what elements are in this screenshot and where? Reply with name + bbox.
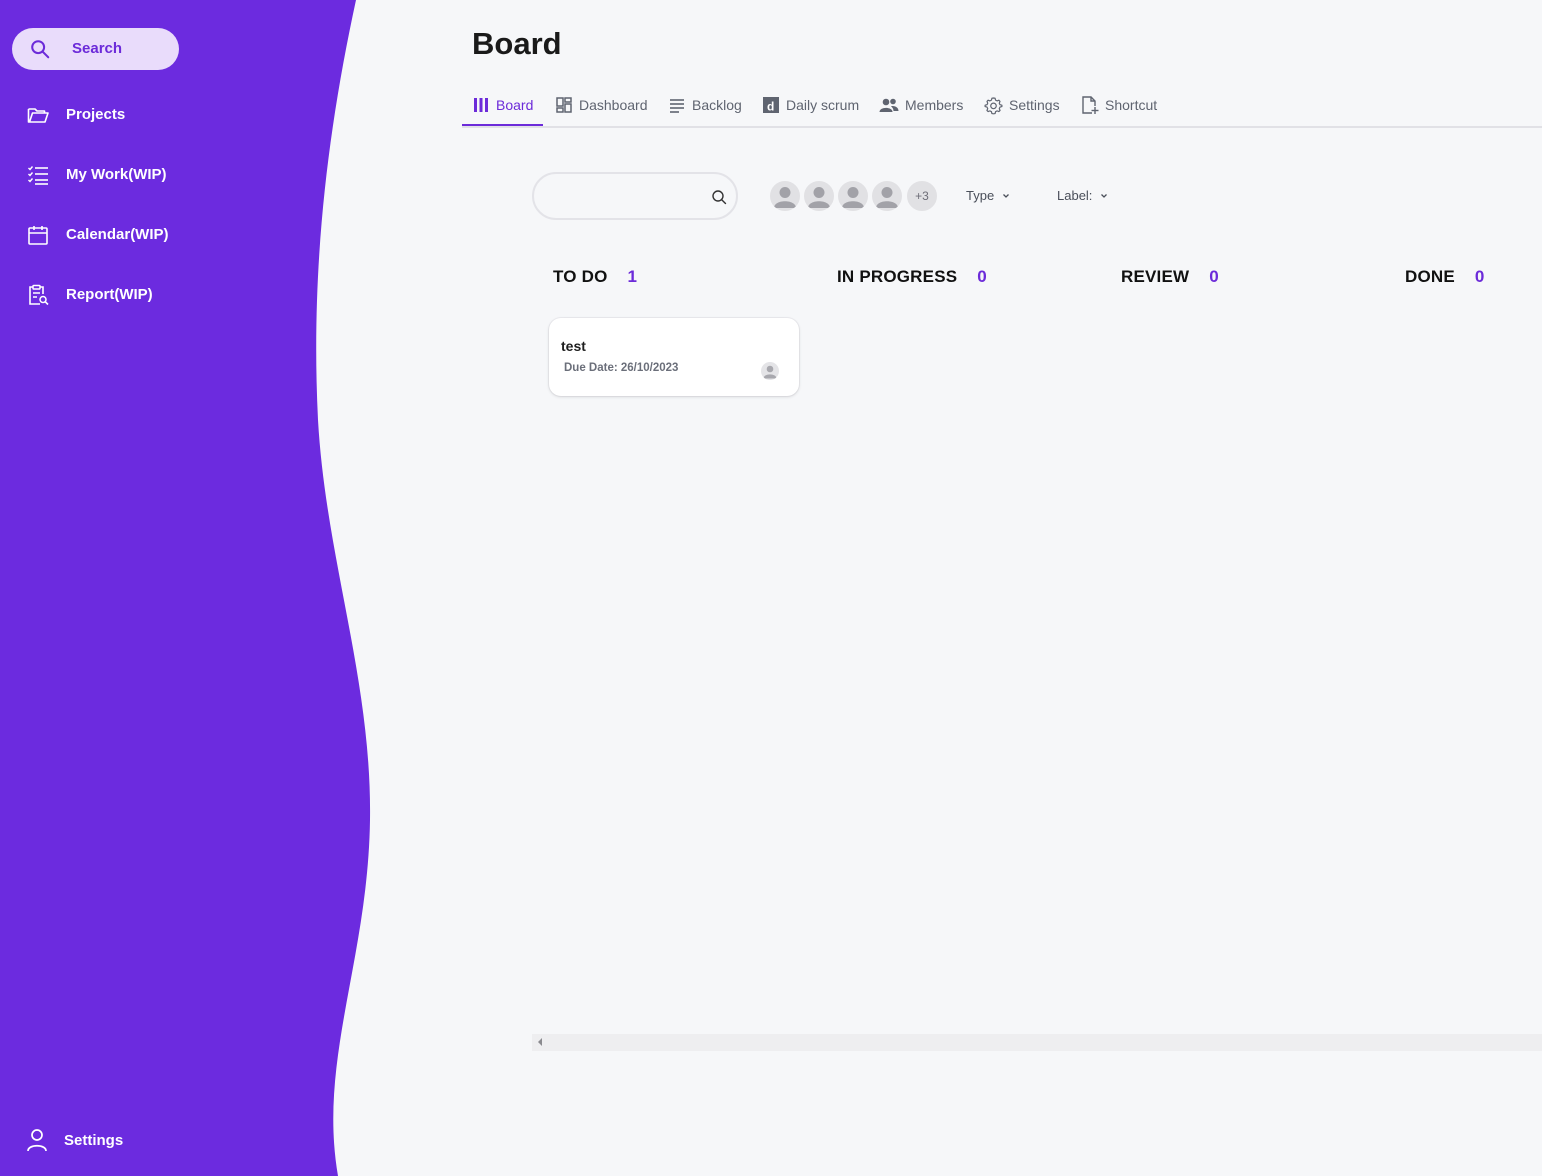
task-card-due-date: Due Date: 26/10/2023	[564, 362, 679, 374]
chevron-down-icon	[1101, 193, 1108, 198]
board-search-input[interactable]	[550, 186, 704, 208]
sidebar-settings[interactable]: Settings	[26, 1128, 123, 1154]
tab-label: Shortcut	[1105, 97, 1158, 113]
user-avatar-icon	[808, 187, 830, 208]
sidebar-item-report[interactable]: Report(WIP)	[26, 282, 153, 308]
column-title: TO DO	[553, 267, 608, 286]
label-filter-dropdown[interactable]: Label:	[1057, 188, 1109, 203]
tab-bar: Board Dashboard Backlog d Daily scrum Me…	[462, 86, 1542, 128]
tab-shortcut[interactable]: Shortcut	[1081, 86, 1157, 124]
sidebar-settings-label: Settings	[64, 1132, 124, 1149]
sidebar-search-button[interactable]: Search	[12, 28, 179, 70]
column-header-todo: TO DO 1	[553, 266, 637, 288]
tab-label: Members	[905, 97, 964, 113]
sidebar-item-label: Report(WIP)	[66, 286, 153, 303]
column-title: REVIEW	[1121, 267, 1190, 286]
more-members-badge[interactable]: +3	[905, 179, 939, 213]
member-avatar[interactable]	[836, 179, 870, 213]
column-header-done: DONE 0	[1405, 266, 1484, 288]
report-search-icon	[29, 284, 49, 306]
tab-label: Board	[496, 97, 534, 113]
user-avatar-icon	[876, 187, 898, 208]
column-header-review: REVIEW 0	[1121, 266, 1219, 288]
board-columns-icon	[474, 98, 488, 112]
member-avatar[interactable]	[768, 179, 802, 213]
svg-text:d: d	[767, 100, 774, 114]
member-avatar[interactable]	[802, 179, 836, 213]
tab-daily-scrum[interactable]: d Daily scrum	[762, 86, 859, 124]
dashboard-grid-icon	[556, 97, 572, 113]
sidebar: Search Projects My Work(WIP) Calendar(WI…	[0, 0, 340, 1176]
column-header-in-progress: IN PROGRESS 0	[837, 266, 987, 288]
tab-settings[interactable]: Settings	[984, 86, 1060, 124]
column-title: DONE	[1405, 267, 1455, 286]
user-icon	[27, 1129, 47, 1152]
label-filter-label: Label:	[1057, 188, 1093, 203]
search-icon	[31, 40, 50, 59]
tab-board[interactable]: Board	[462, 86, 544, 126]
gear-icon	[984, 96, 1003, 114]
task-card[interactable]: test Due Date: 26/10/2023	[549, 318, 799, 396]
sidebar-item-label: Projects	[66, 106, 126, 123]
board-horizontal-scrollbar[interactable]	[532, 1034, 1542, 1051]
lines-icon	[670, 99, 684, 113]
tab-dashboard[interactable]: Dashboard	[555, 86, 648, 124]
tab-backlog[interactable]: Backlog	[668, 86, 742, 124]
checklist-icon	[28, 166, 48, 185]
user-avatar-icon	[842, 187, 864, 208]
scroll-left-arrow-icon[interactable]	[538, 1038, 542, 1046]
assignee-avatar[interactable]	[761, 362, 779, 380]
tab-members[interactable]: Members	[879, 86, 963, 124]
column-title: IN PROGRESS	[837, 267, 958, 286]
task-card-title: test	[561, 338, 586, 354]
calendar-icon	[28, 226, 48, 245]
chevron-down-icon	[1003, 193, 1010, 198]
sidebar-search-label: Search	[72, 40, 123, 57]
page-title: Board	[472, 26, 562, 61]
board-search	[532, 172, 738, 220]
tab-label: Dashboard	[579, 97, 648, 113]
user-avatar-icon	[774, 187, 796, 208]
tab-label: Daily scrum	[786, 97, 860, 113]
column-count: 1	[627, 267, 637, 286]
tab-label: Backlog	[692, 97, 742, 113]
sidebar-item-label: My Work(WIP)	[66, 166, 167, 183]
sidebar-item-calendar[interactable]: Calendar(WIP)	[26, 222, 169, 248]
people-icon	[879, 98, 899, 112]
sidebar-item-my-work[interactable]: My Work(WIP)	[26, 162, 167, 188]
type-filter-dropdown[interactable]: Type	[966, 188, 1011, 203]
file-plus-icon	[1082, 96, 1099, 114]
tab-label: Settings	[1009, 97, 1060, 113]
daily-d-icon: d	[763, 97, 779, 114]
column-count: 0	[1474, 267, 1485, 286]
sidebar-item-projects[interactable]: Projects	[26, 102, 125, 128]
search-icon[interactable]	[711, 189, 727, 205]
sidebar-item-label: Calendar(WIP)	[66, 226, 169, 243]
folder-open-icon	[27, 108, 49, 123]
user-avatar-icon	[763, 365, 777, 379]
member-avatar[interactable]	[870, 179, 904, 213]
column-count: 0	[1209, 267, 1219, 286]
type-filter-label: Type	[966, 188, 995, 203]
column-count: 0	[977, 267, 987, 286]
